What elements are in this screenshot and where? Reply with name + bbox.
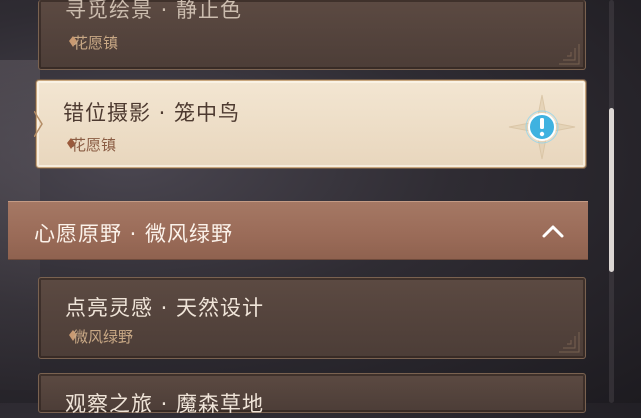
quest-title: 错位摄影 · 笼中鸟	[63, 101, 241, 125]
chevron-up-icon[interactable]	[540, 220, 566, 242]
corner-ornament-icon	[559, 44, 580, 65]
quest-title: 点亮灵感 · 天然设计	[65, 296, 265, 320]
exclamation-icon	[508, 94, 576, 160]
quest-location: 花愿镇	[73, 34, 119, 52]
quest-location: 花愿镇	[71, 136, 117, 154]
quest-item-selected[interactable]: 错位摄影 · 笼中鸟 花愿镇	[34, 80, 586, 168]
quest-location: 微风绿野	[73, 328, 134, 346]
scrollbar-thumb[interactable]	[609, 108, 614, 272]
quest-title: 观察之旅 · 魔森草地	[65, 392, 265, 416]
corner-ornament-icon	[559, 332, 580, 353]
section-title: 心愿原野 · 微风绿野	[34, 222, 234, 246]
quest-item[interactable]: 寻觅绘景 · 静止色 花愿镇	[38, 0, 586, 70]
section-header[interactable]: 心愿原野 · 微风绿野	[8, 201, 588, 260]
quest-title: 寻觅绘景 · 静止色	[65, 0, 243, 22]
quest-item[interactable]: 观察之旅 · 魔森草地	[38, 373, 586, 416]
quest-item[interactable]: 点亮灵感 · 天然设计 微风绿野	[38, 277, 586, 359]
selection-marker-icon	[34, 111, 43, 137]
